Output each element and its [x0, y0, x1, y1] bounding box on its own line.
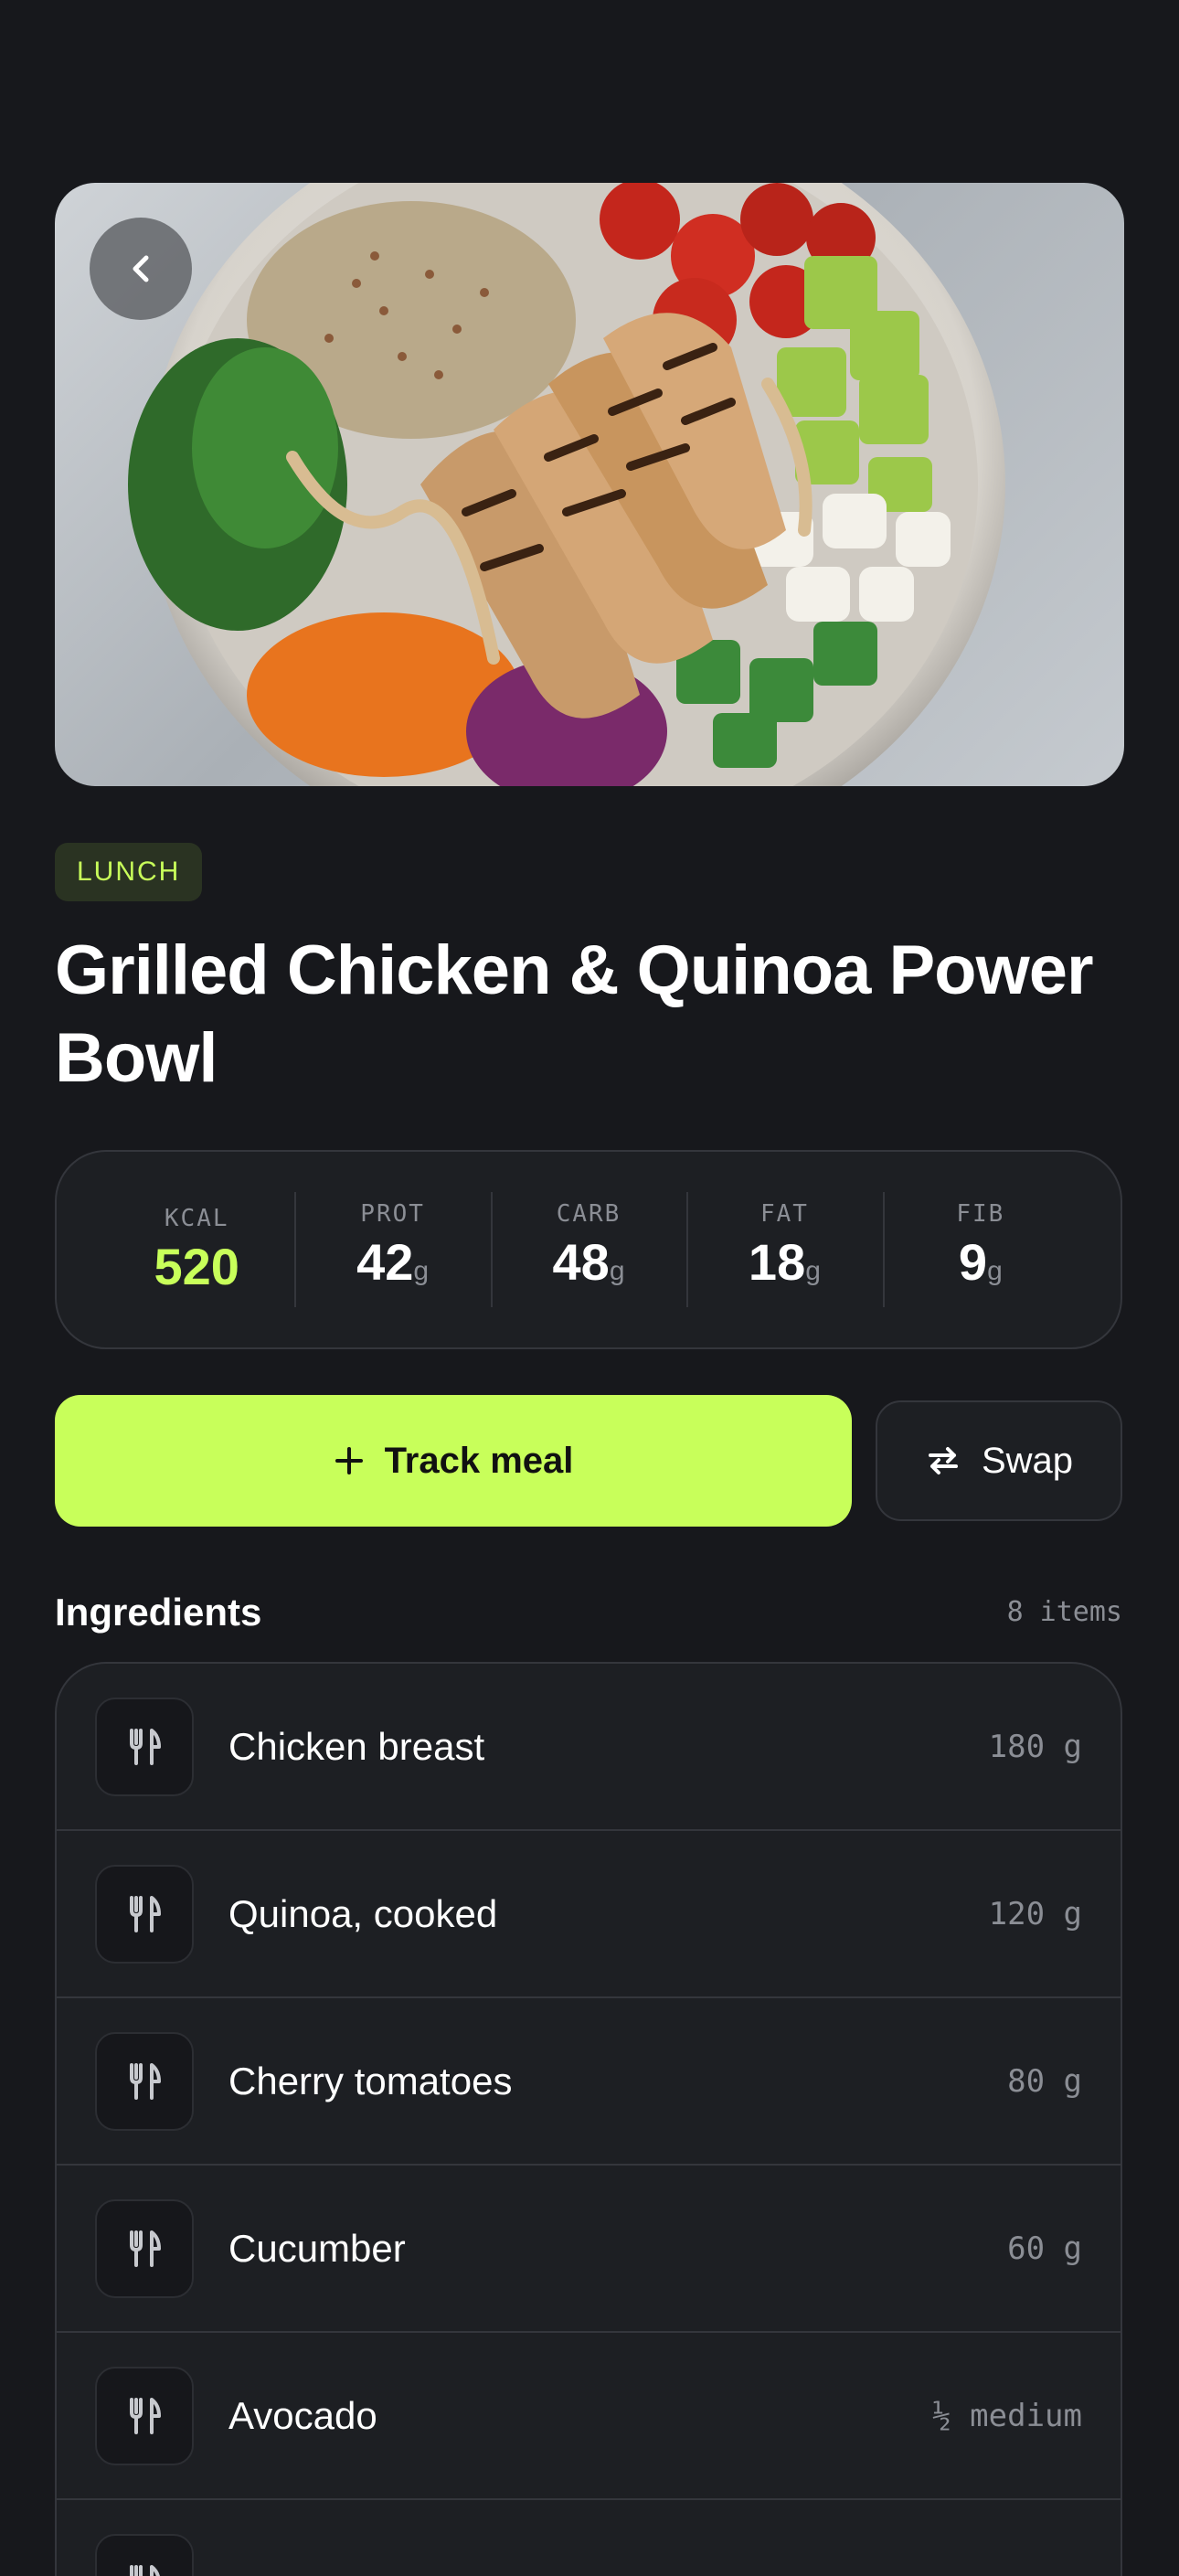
ingredient-name: Cherry tomatoes — [228, 2060, 1007, 2103]
macro-kcal: KCAL 520 — [99, 1190, 294, 1309]
ingredients-count: 8 items — [1007, 1596, 1122, 1628]
meal-type-badge: LUNCH — [55, 843, 202, 901]
ingredient-name: Avocado — [228, 2394, 932, 2438]
fork-knife-icon — [95, 1865, 194, 1964]
list-item[interactable]: Cucumber 60 g — [57, 2166, 1121, 2333]
macro-value: 48g — [491, 1235, 686, 1299]
ingredient-quantity: 180 g — [989, 1729, 1082, 1765]
macros-card: KCAL 520 PROT 42g CARB 48g FAT 18g FIB 9… — [55, 1150, 1122, 1349]
macro-fiber: FIB 9g — [883, 1190, 1078, 1309]
track-meal-label: Track meal — [385, 1441, 574, 1482]
track-meal-button[interactable]: Track meal — [55, 1395, 852, 1527]
macro-label: KCAL — [99, 1205, 294, 1232]
ingredient-name: Quinoa, cooked — [228, 1892, 989, 1936]
meal-photo — [55, 183, 1124, 786]
macro-value: 42g — [294, 1235, 490, 1299]
macro-protein: PROT 42g — [294, 1190, 490, 1309]
back-button[interactable] — [90, 218, 192, 320]
bowl-illustration — [55, 183, 1124, 786]
swap-arrows-icon — [925, 1445, 961, 1476]
fork-knife-icon — [95, 1698, 194, 1796]
fork-knife-icon — [95, 2367, 194, 2465]
macro-label: PROT — [294, 1200, 490, 1228]
list-item[interactable] — [57, 2500, 1121, 2576]
macro-label: FIB — [883, 1200, 1078, 1228]
plus-icon — [334, 1445, 365, 1476]
macro-label: FAT — [686, 1200, 882, 1228]
ingredients-heading: Ingredients — [55, 1591, 261, 1634]
chevron-left-icon — [128, 250, 154, 287]
ingredient-quantity: ½ medium — [932, 2398, 1082, 2434]
fork-knife-icon — [95, 2534, 194, 2576]
macro-fat: FAT 18g — [686, 1190, 882, 1309]
list-item[interactable]: Cherry tomatoes 80 g — [57, 1998, 1121, 2166]
swap-label: Swap — [982, 1441, 1073, 1482]
fork-knife-icon — [95, 2199, 194, 2298]
ingredient-quantity: 120 g — [989, 1896, 1082, 1932]
list-item[interactable]: Avocado ½ medium — [57, 2333, 1121, 2500]
list-item[interactable]: Chicken breast 180 g — [57, 1664, 1121, 1831]
page-title: Grilled Chicken & Quinoa Power Bowl — [55, 927, 1133, 1102]
macro-value: 18g — [686, 1235, 882, 1299]
swap-button[interactable]: Swap — [876, 1400, 1122, 1521]
list-item[interactable]: Quinoa, cooked 120 g — [57, 1831, 1121, 1998]
macro-label: CARB — [491, 1200, 686, 1228]
ingredient-quantity: 80 g — [1007, 2063, 1082, 2100]
fork-knife-icon — [95, 2032, 194, 2131]
ingredient-name: Cucumber — [228, 2227, 1007, 2271]
macro-value: 520 — [99, 1240, 294, 1294]
ingredients-list: Chicken breast 180 g Quinoa, cooked 120 … — [55, 1662, 1122, 2576]
macro-value: 9g — [883, 1235, 1078, 1299]
macro-carb: CARB 48g — [491, 1190, 686, 1309]
ingredient-quantity: 60 g — [1007, 2230, 1082, 2267]
ingredient-name: Chicken breast — [228, 1725, 989, 1769]
